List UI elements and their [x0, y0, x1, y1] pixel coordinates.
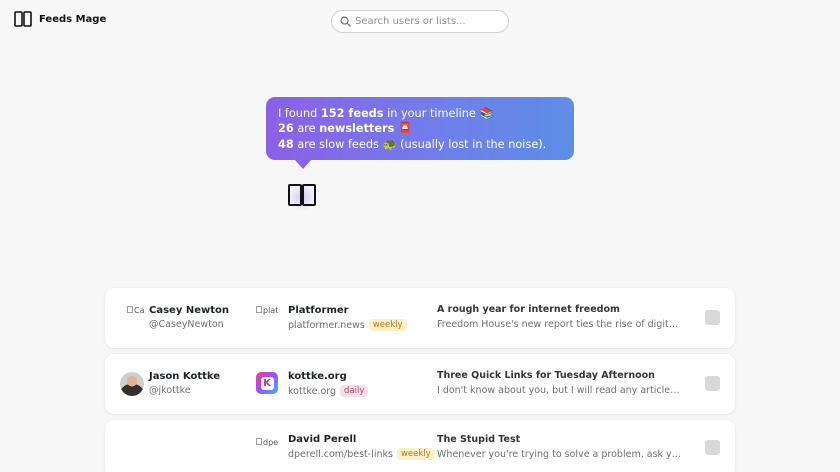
user-avatar: Casey: [120, 306, 144, 330]
search-box[interactable]: [331, 10, 509, 33]
books-emoji: 📚: [479, 107, 494, 120]
feed-url[interactable]: dperell.com/best-links: [288, 449, 393, 460]
frequency-badge: weekly: [396, 448, 435, 460]
user-avatar: [120, 372, 144, 396]
post-excerpt: I don't know about you, but I will read …: [437, 385, 682, 396]
feed-logo: platf: [256, 306, 278, 328]
summary-text: I found: [278, 107, 321, 120]
subscribe-checkbox[interactable]: [705, 310, 720, 325]
feed-meta: platformer.news weekly: [288, 319, 407, 331]
app-logo[interactable]: Feeds Mage: [14, 10, 106, 28]
post-title[interactable]: A rough year for internet freedom: [437, 304, 620, 315]
user-handle[interactable]: @CaseyNewton: [149, 319, 224, 330]
summary-text: are slow feeds: [293, 137, 383, 151]
mailbox-emoji: 📮: [397, 122, 413, 136]
feed-name[interactable]: Platformer: [288, 305, 349, 316]
mascot: [285, 180, 319, 210]
feed-url[interactable]: platformer.news: [288, 320, 365, 331]
frequency-badge: weekly: [368, 319, 407, 331]
broken-image-icon: [127, 306, 133, 313]
summary-text: (usually lost in the noise).: [396, 137, 547, 151]
summary-text: in your timeline: [383, 107, 480, 120]
newsletters-count: 26: [278, 122, 294, 136]
subscribe-checkbox[interactable]: [705, 376, 720, 391]
summary-line-newsletters: 26 are newsletters 📮: [278, 121, 562, 136]
feed-meta: dperell.com/best-links weekly: [288, 448, 435, 460]
search-input[interactable]: [355, 16, 495, 27]
summary-line-feeds: I found 152 feeds in your timeline 📚: [278, 106, 562, 121]
open-book-icon: [14, 11, 32, 27]
frequency-badge: daily: [340, 385, 369, 397]
feed-row[interactable]: Jason Kottke @jkottke K kottke.org kottk…: [105, 354, 735, 414]
logo-alt-text: platf: [263, 306, 278, 315]
logo-alt-text: dpe: [263, 438, 278, 447]
post-title[interactable]: The Stupid Test: [437, 434, 520, 445]
broken-image-icon: [256, 438, 262, 445]
feed-logo: K: [256, 372, 278, 394]
summary-line-slow: 48 are slow feeds 🐢 (usually lost in the…: [278, 137, 562, 152]
feed-name[interactable]: kottke.org: [288, 371, 347, 382]
post-excerpt: Freedom House's new report ties the rise…: [437, 319, 682, 330]
slow-count: 48: [278, 137, 294, 151]
broken-image-icon: [256, 306, 262, 313]
feed-name[interactable]: David Perell: [288, 434, 356, 445]
app-name: Feeds Mage: [39, 13, 107, 25]
newsletters-label: newsletters: [319, 122, 395, 136]
kottke-logo-icon: K: [260, 376, 274, 390]
avatar-alt-text: Casey: [134, 306, 144, 315]
post-excerpt: Whenever you're trying to solve a proble…: [437, 449, 682, 460]
summary-bubble: I found 152 feeds in your timeline 📚 26 …: [266, 97, 574, 169]
feed-row[interactable]: dpe David Perell dperell.com/best-links …: [105, 420, 735, 472]
post-title[interactable]: Three Quick Links for Tuesday Afternoon: [437, 370, 655, 381]
search-icon: [340, 16, 351, 27]
top-bar: Feeds Mage: [0, 0, 840, 44]
feeds-count: 152 feeds: [320, 107, 384, 120]
feed-url[interactable]: kottke.org: [288, 386, 336, 397]
turtle-emoji: 🐢: [382, 137, 397, 151]
feed-meta: kottke.org daily: [288, 385, 369, 397]
user-name[interactable]: Casey Newton: [149, 305, 229, 316]
subscribe-checkbox[interactable]: [705, 440, 720, 455]
user-handle[interactable]: @jkottke: [149, 385, 191, 396]
open-book-icon: [288, 184, 316, 206]
feed-logo: dpe: [256, 438, 278, 460]
summary-text: are: [293, 122, 320, 136]
feed-row[interactable]: Casey Casey Newton @CaseyNewton platf Pl…: [105, 288, 735, 348]
user-name[interactable]: Jason Kottke: [149, 371, 220, 382]
